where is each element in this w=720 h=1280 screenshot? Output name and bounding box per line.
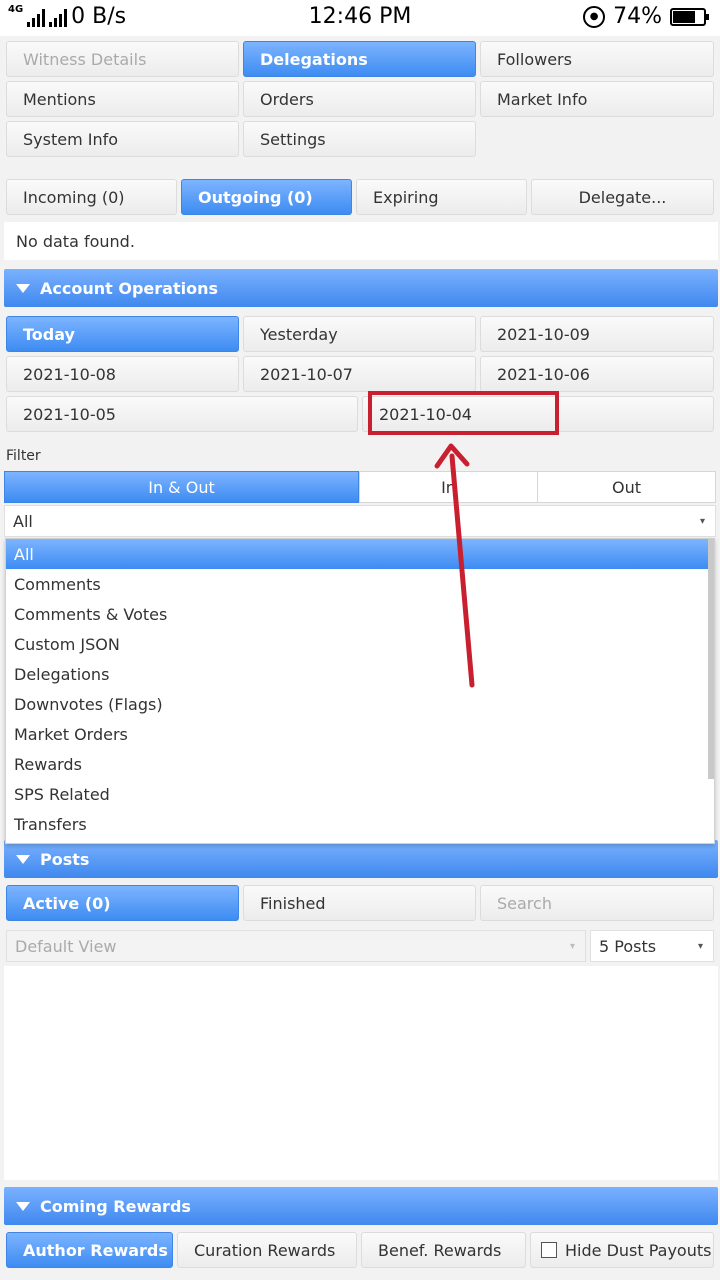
annotation-arrow xyxy=(434,443,475,688)
